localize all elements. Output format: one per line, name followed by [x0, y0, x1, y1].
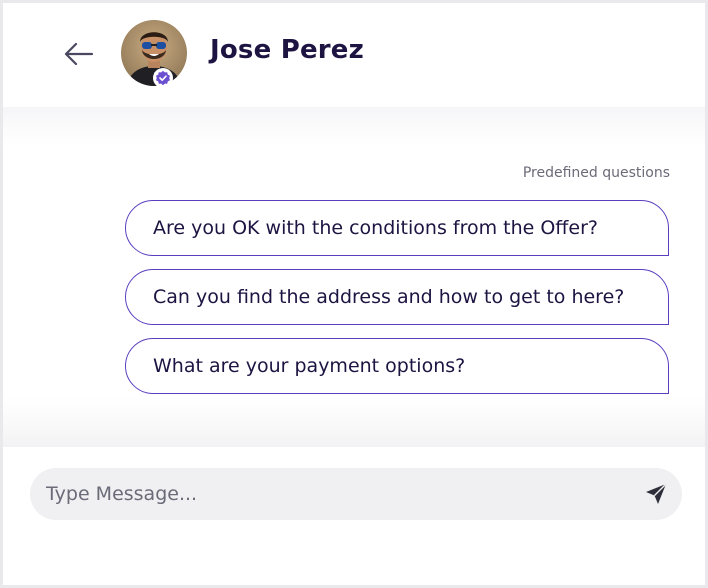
- chat-header: Jose Perez: [3, 3, 705, 107]
- send-button[interactable]: [642, 480, 670, 508]
- chat-window: Jose Perez Predefined questions Are you …: [3, 3, 705, 585]
- message-composer: [30, 468, 682, 520]
- back-button[interactable]: [61, 39, 97, 69]
- predefined-question[interactable]: Are you OK with the conditions from the …: [125, 200, 669, 256]
- predefined-question[interactable]: What are your payment options?: [125, 338, 669, 394]
- predefined-questions-label: Predefined questions: [522, 165, 670, 181]
- send-icon: [646, 483, 667, 504]
- verified-badge-icon: [156, 70, 170, 86]
- arrow-left-icon: [64, 43, 94, 65]
- predefined-question[interactable]: Can you find the address and how to get …: [125, 269, 669, 325]
- message-input[interactable]: [46, 468, 626, 520]
- contact-name: Jose Perez: [210, 35, 364, 65]
- verified-badge: [153, 68, 173, 88]
- message-area: Predefined questions Are you OK with the…: [3, 107, 705, 447]
